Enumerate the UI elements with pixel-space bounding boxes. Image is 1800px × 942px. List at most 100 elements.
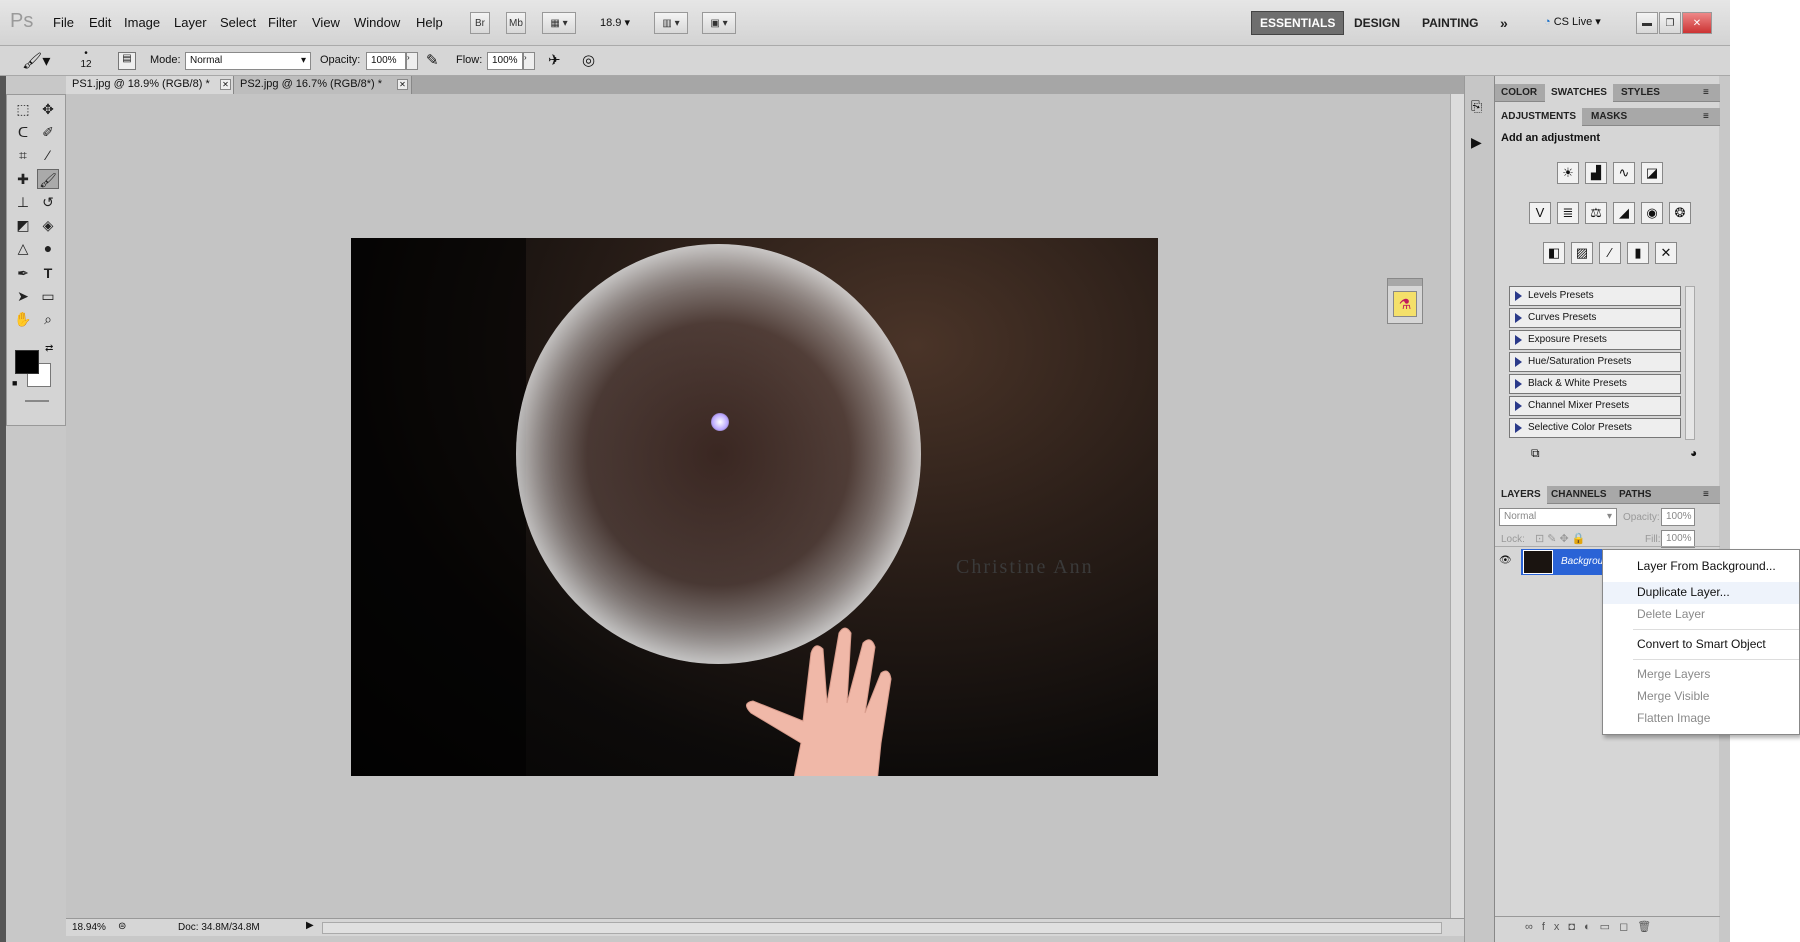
tab-swatches[interactable]: SWATCHES [1545,84,1613,102]
close-button[interactable]: ✕ [1682,12,1712,34]
swap-colors-icon[interactable]: ⇄ [45,343,53,354]
preset-black-white[interactable]: Black & White Presets [1509,374,1681,394]
vertical-scrollbar[interactable] [1450,94,1464,918]
flow-input[interactable]: 100% [487,52,523,70]
ctx-convert-smart-object[interactable]: Convert to Smart Object [1603,634,1799,656]
brightness-contrast-icon[interactable]: ☀ [1557,162,1579,184]
menu-layer[interactable]: Layer [174,15,207,30]
paint-bucket-tool-icon[interactable]: ◈ [37,215,59,235]
quick-mask-icon[interactable] [25,400,49,402]
eraser-tool-icon[interactable]: ◩ [12,215,34,235]
history-panel-icon[interactable]: ⎘ [1471,98,1482,115]
exposure-icon[interactable]: ◪ [1641,162,1663,184]
selective-color-icon[interactable]: ✕ [1655,242,1677,264]
channel-mixer-icon[interactable]: ❂ [1669,202,1691,224]
screen-mode-button[interactable]: ▣ ▾ [702,12,736,34]
menu-help[interactable]: Help [416,15,443,30]
tab-ps1-close-icon[interactable]: ✕ [220,79,231,90]
pressure-opacity-icon[interactable]: ✎ [426,51,439,69]
foreground-color-swatch[interactable] [15,350,39,374]
layers-bottom-toolbar[interactable]: ∞fx◘◐▭◻🗑 [1495,916,1720,936]
color-balance-icon[interactable]: ⚖ [1585,202,1607,224]
threshold-icon[interactable]: ⁄ [1599,242,1621,264]
ctx-merge-layers[interactable]: Merge Layers [1603,664,1799,686]
ctx-merge-visible[interactable]: Merge Visible [1603,686,1799,708]
airbrush-icon[interactable]: ✈ [548,51,561,69]
tab-color[interactable]: COLOR [1495,84,1543,102]
status-zoom[interactable]: 18.94% [72,922,106,933]
lock-icons[interactable]: ⊡ ✎ ✥ 🔒 [1535,532,1586,545]
tab-ps1[interactable]: PS1.jpg @ 18.9% (RGB/8) * [66,76,234,94]
workspace-essentials[interactable]: ESSENTIALS [1251,11,1345,35]
menu-filter[interactable]: Filter [268,15,297,30]
mini-panel-icon[interactable]: ⚗ [1393,291,1417,317]
brush-panel-toggle-icon[interactable]: ▤ [118,52,136,70]
clone-stamp-tool-icon[interactable]: ⊥ [12,192,34,212]
preset-hue-saturation[interactable]: Hue/Saturation Presets [1509,352,1681,372]
ctx-layer-from-background[interactable]: Layer From Background... [1603,556,1799,578]
menu-edit[interactable]: Edit [89,15,111,30]
quick-select-tool-icon[interactable]: ✐ [37,122,59,142]
preset-exposure[interactable]: Exposure Presets [1509,330,1681,350]
type-tool-icon[interactable]: T [37,263,59,283]
eyedropper-tool-icon[interactable]: ⁄ [37,145,59,165]
workspace-design[interactable]: DESIGN [1346,11,1408,35]
pressure-size-icon[interactable]: ◎ [582,51,595,69]
layers-panel-menu-icon[interactable]: ≡ [1703,489,1709,500]
mode-select[interactable]: Normal ▾ [185,52,311,70]
opacity-slider-arrow-icon[interactable]: › [406,52,418,70]
tab-masks[interactable]: MASKS [1585,108,1633,126]
workspace-painting[interactable]: PAINTING [1414,11,1486,35]
menu-file[interactable]: File [53,15,74,30]
preset-levels[interactable]: Levels Presets [1509,286,1681,306]
tab-layers[interactable]: LAYERS [1495,486,1547,504]
history-brush-tool-icon[interactable]: ↺ [37,192,59,212]
invert-icon[interactable]: ◧ [1543,242,1565,264]
brush-size-picker[interactable]: • 12 [76,48,96,70]
adjustments-panel-menu-icon[interactable]: ≡ [1703,111,1709,122]
blend-mode-select[interactable]: Normal ▾ [1499,508,1617,526]
black-white-icon[interactable]: ◢ [1613,202,1635,224]
photo-filter-icon[interactable]: ◉ [1641,202,1663,224]
tab-channels[interactable]: CHANNELS [1545,486,1613,504]
more-workspaces-chevron-icon[interactable]: » [1492,11,1516,35]
tab-ps2-close-icon[interactable]: ✕ [397,79,408,90]
preset-curves[interactable]: Curves Presets [1509,308,1681,328]
path-select-tool-icon[interactable]: ➤ [12,286,34,306]
bridge-button[interactable]: Br [470,12,490,34]
brush-tool-preset-icon[interactable]: 🖌▾ [22,51,50,71]
ctx-flatten-image[interactable]: Flatten Image [1603,708,1799,730]
ctx-duplicate-layer[interactable]: Duplicate Layer... [1603,582,1799,604]
tab-ps2[interactable]: PS2.jpg @ 16.7% (RGB/8*) * [234,76,412,94]
marquee-tool-icon[interactable]: ⬚ [12,99,34,119]
hue-saturation-icon[interactable]: ≣ [1557,202,1579,224]
zoom-level-dropdown[interactable]: 18.9 ▾ [600,16,630,29]
posterize-icon[interactable]: ▨ [1571,242,1593,264]
menu-window[interactable]: Window [354,15,400,30]
tab-paths[interactable]: PATHS [1613,486,1657,504]
eye-icon[interactable]: 👁 [1499,555,1512,566]
move-tool-icon[interactable]: ✥ [37,99,59,119]
restore-button[interactable]: ❐ [1659,12,1681,34]
adjustments-options-icon[interactable]: ◕ [1690,446,1697,460]
opacity-input[interactable]: 100% [366,52,406,70]
layer-opacity-input[interactable]: 100% [1661,508,1695,526]
zoom-tool-icon[interactable]: ⌕ [37,309,59,329]
gradient-map-icon[interactable]: ▮ [1627,242,1649,264]
curves-icon[interactable]: ∿ [1613,162,1635,184]
document-image[interactable]: Christine Ann [351,238,1158,776]
status-settings-icon[interactable]: ⊜ [118,921,126,932]
brush-tool-icon[interactable]: 🖌 [37,169,59,189]
blur-tool-icon[interactable]: △ [12,238,34,258]
pen-tool-icon[interactable]: ✒ [12,263,34,283]
menu-view[interactable]: View [312,15,340,30]
rectangle-tool-icon[interactable]: ▭ [37,286,59,306]
healing-brush-tool-icon[interactable]: ✚ [12,169,34,189]
flow-slider-arrow-icon[interactable]: › [523,52,535,70]
mini-panel-header[interactable] [1388,279,1422,286]
preset-channel-mixer[interactable]: Channel Mixer Presets [1509,396,1681,416]
preset-selective-color[interactable]: Selective Color Presets [1509,418,1681,438]
vibrance-icon[interactable]: V [1529,202,1551,224]
hand-tool-icon[interactable]: ✋ [12,309,34,329]
presets-scrollbar[interactable] [1685,286,1695,440]
